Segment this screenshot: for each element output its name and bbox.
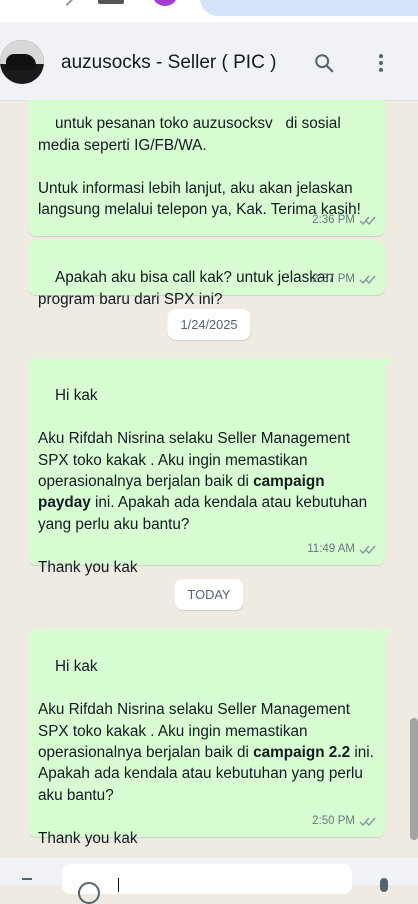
date-separator: 1/24/2025 [167,309,251,340]
message-time: 2:50 PM [312,814,355,827]
message-meta: 2:50 PM [312,811,377,832]
chat-scrollbar[interactable] [410,718,418,840]
microphone-icon[interactable] [380,878,388,892]
message-time: 11:49 AM [307,542,355,555]
emoji-icon[interactable] [78,882,100,904]
contact-avatar[interactable] [0,40,44,84]
message-bubble[interactable]: Hi kak Aku Rifdah Nisrina selaku Seller … [28,629,393,847]
read-receipt-icon [359,545,376,554]
message-bubble[interactable]: untuk pesanan toko auzusocksv di sosial … [28,100,385,236]
message-text: untuk pesanan toko auzusocksv di sosial … [38,115,361,219]
message-text-bold: campaign 2.2 [253,744,351,762]
more-options-icon[interactable] [370,52,392,74]
read-receipt-icon [359,275,376,284]
search-icon[interactable] [313,52,335,74]
message-bubble[interactable]: Apakah aku bisa call kak? untuk jelaskan… [28,240,385,308]
browser-search-bar[interactable] [200,0,418,16]
message-meta: 2:37 PM [312,269,377,290]
message-time: 2:36 PM [312,213,355,226]
message-bubble[interactable]: Hi kak Aku Rifdah Nisrina selaku Seller … [28,358,393,576]
chevron-icon[interactable] [59,0,75,7]
folder-icon[interactable] [98,0,124,4]
contact-name[interactable]: auzusocks - Seller ( PIC ) [61,52,276,74]
message-meta: 11:49 AM [307,539,377,560]
hamburger-menu-icon[interactable] [18,0,40,4]
profile-avatar-icon[interactable] [152,0,178,6]
attach-icon[interactable] [22,878,32,880]
text-cursor [118,878,119,892]
chat-header: auzusocks - Seller ( PIC ) [0,22,418,101]
message-meta: 2:36 PM [312,210,377,231]
message-time: 2:37 PM [312,272,355,285]
message-input[interactable] [62,864,352,904]
read-receipt-icon [359,817,376,826]
browser-toolbar [0,0,418,22]
message-text: Apakah aku bisa call kak? untuk jelaskan… [38,269,339,308]
read-receipt-icon [359,216,376,225]
message-composer [0,858,418,904]
date-separator: TODAY [174,579,244,610]
chat-messages-area: untuk pesanan toko auzusocksv di sosial … [0,100,418,858]
